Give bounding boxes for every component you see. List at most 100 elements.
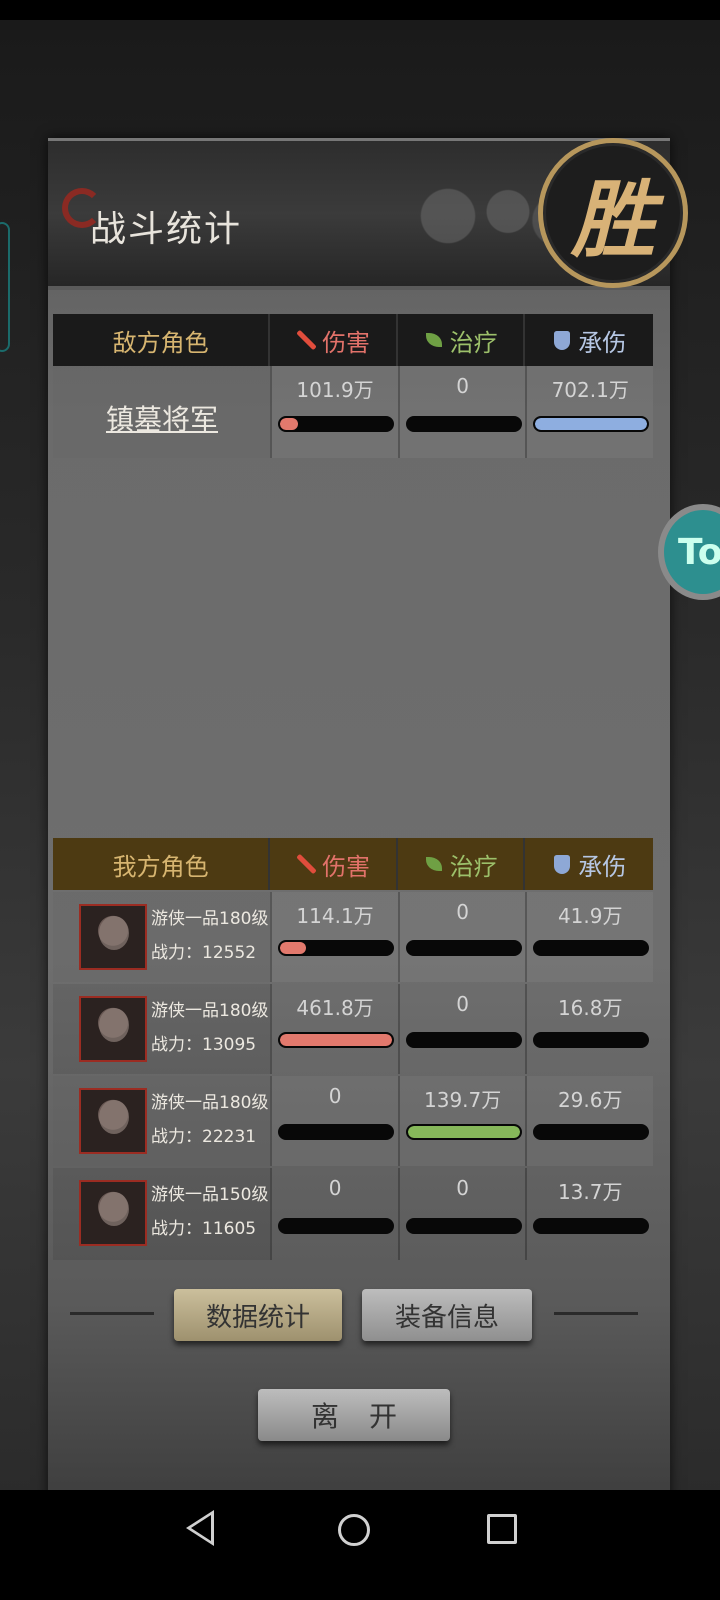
hero-portrait[interactable] [79, 904, 147, 970]
heal-value: 0 [456, 900, 469, 924]
heal-column-label: 治疗 [449, 852, 498, 881]
damage-cell: 461.8万 [270, 984, 398, 1074]
heal-value: 0 [456, 992, 469, 1016]
tank-cell: 29.6万 [525, 1076, 653, 1166]
damage-column-header: 伤害 [270, 838, 398, 890]
damage-value: 101.9万 [296, 378, 374, 402]
damage-bar [278, 416, 395, 432]
hero-title: 游侠一品180级 [151, 1001, 269, 1021]
damage-column-header: 伤害 [270, 314, 398, 366]
damage-column-label: 伤害 [322, 852, 371, 881]
hero-power: 战力：22231 [151, 1127, 257, 1147]
damage-cell: 101.9万 [270, 366, 398, 458]
ally-role-header: 我方角色 [53, 838, 271, 890]
damage-value: 0 [328, 1176, 342, 1200]
tank-bar [533, 940, 650, 956]
hero-power: 战力：13095 [151, 1035, 257, 1055]
damage-bar [278, 1124, 395, 1140]
damage-column-label: 伤害 [322, 328, 371, 357]
hero-cell: 游侠一品180级 战力：13095 [53, 984, 271, 1074]
tank-bar-fill [535, 418, 648, 430]
navigation-bar [0, 1490, 720, 1600]
damage-cell: 0 [270, 1076, 398, 1166]
floating-button-label: To [678, 532, 720, 573]
heal-bar [405, 1218, 522, 1234]
victory-seal: 胜 [538, 138, 688, 288]
tank-column-header: 承伤 [525, 314, 653, 366]
page-title: 战斗统计 [90, 209, 243, 250]
status-bar [0, 0, 720, 20]
tank-bar [533, 1032, 650, 1048]
tank-value: 29.6万 [557, 1088, 623, 1112]
heal-value: 0 [456, 374, 469, 398]
shield-icon [552, 854, 572, 874]
tank-column-header: 承伤 [525, 838, 653, 890]
ally-row: 游侠一品180级 战力：22231 0 139.7万 29.6万 [53, 1076, 653, 1166]
sword-icon [296, 854, 316, 874]
damage-bar [278, 1218, 395, 1234]
victory-seal-text: 胜 [570, 169, 655, 269]
enemy-table-header: 敌方角色 伤害 治疗 承伤 [53, 314, 653, 366]
sword-icon [296, 330, 316, 350]
tank-bar [533, 416, 650, 432]
leaf-icon [424, 330, 444, 350]
tank-value: 41.9万 [557, 904, 623, 928]
ally-table-header: 我方角色 伤害 治疗 承伤 [53, 838, 653, 890]
ally-row: 游侠一品180级 战力：12552 114.1万 0 41.9万 [53, 892, 653, 982]
heal-cell: 0 [397, 1168, 526, 1260]
damage-value: 0 [328, 1084, 342, 1108]
heal-bar [405, 1124, 522, 1140]
hero-title: 游侠一品180级 [151, 909, 269, 929]
damage-value: 461.8万 [296, 996, 374, 1020]
side-panel-edge[interactable] [0, 222, 10, 352]
hero-title: 游侠一品180级 [151, 1093, 269, 1113]
damage-cell: 114.1万 [270, 892, 398, 982]
tank-column-label: 承伤 [578, 328, 627, 357]
tank-cell: 702.1万 [525, 366, 653, 458]
hero-cell: 游侠一品180级 战力：22231 [53, 1076, 271, 1166]
damage-bar [278, 1032, 395, 1048]
hero-cell: 游侠一品180级 战力：12552 [53, 892, 271, 982]
heal-column-label: 治疗 [449, 328, 498, 357]
hero-portrait[interactable] [79, 996, 147, 1062]
hero-title: 游侠一品150级 [151, 1185, 269, 1205]
ally-row: 游侠一品180级 战力：13095 461.8万 0 16.8万 [53, 984, 653, 1074]
damage-bar [278, 940, 395, 956]
heal-bar-fill [407, 1126, 520, 1138]
enemy-name-link[interactable]: 镇墓将军 [53, 398, 271, 438]
damage-bar-fill [280, 942, 307, 954]
heal-cell: 0 [397, 984, 526, 1074]
data-stats-tab[interactable]: 数据统计 [174, 1289, 342, 1341]
back-icon[interactable] [186, 1510, 214, 1546]
equipment-info-tab[interactable]: 装备信息 [362, 1289, 532, 1341]
tank-bar [533, 1124, 650, 1140]
tank-cell: 16.8万 [525, 984, 653, 1074]
hero-portrait[interactable] [79, 1180, 147, 1246]
home-icon[interactable] [338, 1514, 370, 1546]
leaf-icon [424, 854, 444, 874]
enemy-row: 镇墓将军 101.9万 0 702.1万 [53, 366, 653, 458]
tank-value: 13.7万 [557, 1180, 623, 1204]
heal-column-header: 治疗 [398, 314, 526, 366]
heal-bar [405, 940, 522, 956]
hero-power: 战力：11605 [151, 1219, 257, 1239]
tank-value: 702.1万 [551, 378, 629, 402]
enemy-role-header: 敌方角色 [53, 314, 271, 366]
heal-value: 139.7万 [424, 1088, 502, 1112]
heal-bar [405, 416, 522, 432]
shield-icon [552, 330, 572, 350]
heal-cell: 0 [397, 892, 526, 982]
tank-cell: 41.9万 [525, 892, 653, 982]
ally-row: 游侠一品150级 战力：11605 0 0 13.7万 [53, 1168, 653, 1260]
recent-apps-icon[interactable] [487, 1514, 517, 1544]
heal-value: 0 [456, 1176, 469, 1200]
hero-portrait[interactable] [79, 1088, 147, 1154]
damage-value: 114.1万 [296, 904, 374, 928]
leave-button[interactable]: 离开 [258, 1389, 450, 1441]
enemy-name-cell: 镇墓将军 [53, 366, 271, 458]
hero-power: 战力：12552 [151, 943, 257, 963]
tank-value: 16.8万 [557, 996, 623, 1020]
right-divider [554, 1312, 638, 1315]
heal-bar [405, 1032, 522, 1048]
tank-cell: 13.7万 [525, 1168, 653, 1260]
